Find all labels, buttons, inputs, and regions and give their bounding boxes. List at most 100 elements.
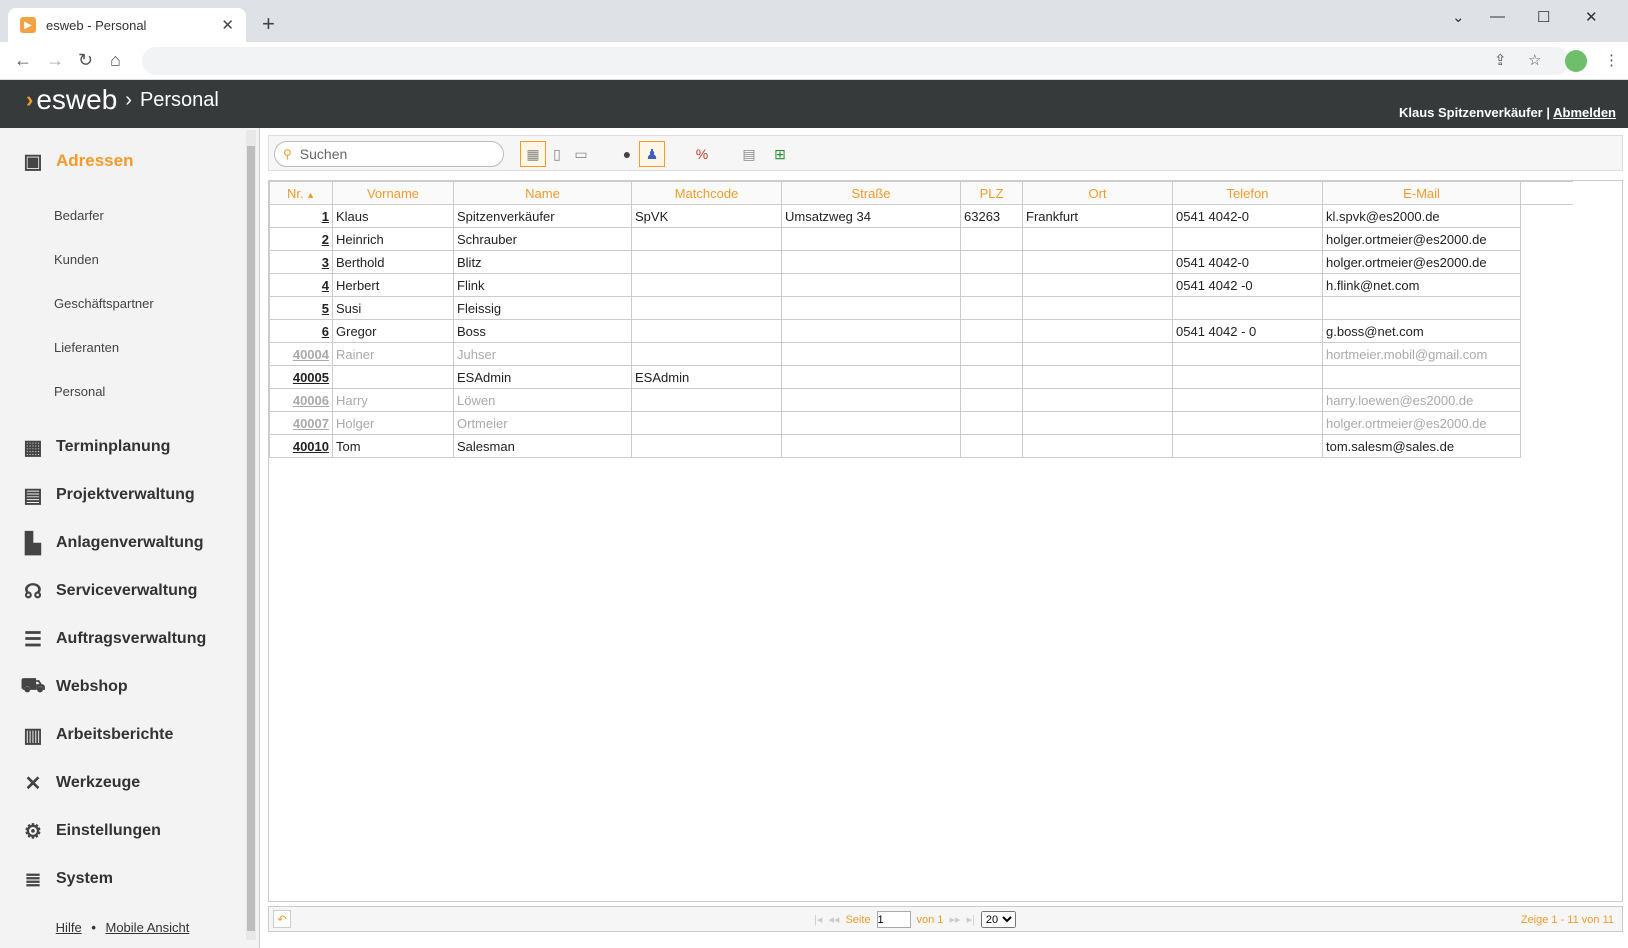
col-matchcode-header[interactable]: Matchcode — [631, 181, 782, 205]
headset-icon: ☊ — [24, 580, 42, 603]
sidebar-module-terminplanung[interactable]: ▦ Terminplanung — [20, 434, 171, 460]
cell-spacer — [1521, 274, 1573, 297]
sidebar-module-webshop[interactable]: ⛟ Webshop — [20, 674, 127, 700]
browser-tab[interactable]: ▶ esweb - Personal ✕ — [8, 8, 246, 42]
cell-vorname: Tom — [332, 434, 454, 458]
col-strasse-header[interactable]: Straße — [781, 181, 961, 205]
sidebar-module-einstellungen[interactable]: ⚙ Einstellungen — [20, 818, 161, 844]
cell-nr[interactable]: 40004 — [269, 342, 333, 366]
report-button[interactable]: ▤ — [736, 141, 762, 167]
col-telefon-header[interactable]: Telefon — [1172, 181, 1323, 205]
table-row[interactable]: 40006 Harry Löwen harry.loewen@es2000.de — [269, 388, 1573, 412]
sidebar-item-bedarfer[interactable]: Bedarfer — [54, 208, 104, 223]
profile-avatar[interactable] — [1565, 50, 1587, 72]
prev-page-icon[interactable]: ◂◂ — [828, 913, 839, 926]
cell-nr[interactable]: 3 — [269, 250, 333, 274]
cell-email: h.flink@net.com — [1322, 273, 1521, 297]
sidebar-item-personal[interactable]: Personal — [54, 384, 105, 399]
logout-link[interactable]: Abmelden — [1553, 105, 1616, 120]
new-tab-button[interactable]: + — [262, 11, 275, 37]
next-page-icon[interactable]: ▸▸ — [949, 913, 960, 926]
sidebar-scrollbar-thumb[interactable] — [247, 146, 255, 931]
back-button[interactable]: ↶ — [273, 910, 291, 928]
sidebar-module-system[interactable]: ≣ System — [20, 866, 113, 892]
col-plz-header[interactable]: PLZ — [960, 181, 1023, 205]
sidebar-module-serviceverwaltung[interactable]: ☊ Serviceverwaltung — [20, 578, 197, 604]
table-row[interactable]: 3 Berthold Blitz 0541 4042-0 holger.ortmeier… — [269, 250, 1573, 274]
app-logo[interactable]: › esweb › Personal — [26, 84, 219, 116]
minimize-icon[interactable]: — — [1490, 8, 1505, 25]
cell-spacer — [1521, 228, 1573, 251]
grid-view-button[interactable]: ▦ — [520, 141, 546, 167]
app-header: › esweb › Personal Klaus Spitzenverkäufe… — [0, 80, 1628, 128]
cell-nr[interactable]: 4 — [269, 273, 333, 297]
tab-search-icon[interactable]: ⌄ — [1452, 8, 1465, 26]
col-email-header[interactable]: E-Mail — [1322, 181, 1521, 205]
cell-nr[interactable]: 5 — [269, 296, 333, 320]
sidebar-module-werkzeuge[interactable]: ✕ Werkzeuge — [20, 770, 141, 796]
order-list-icon: ☰ — [24, 628, 42, 651]
sidebar-module-projektverwaltung[interactable]: ▤ Projektverwaltung — [20, 482, 195, 508]
sidebar-module-adressen[interactable]: ▣ Adressen — [20, 148, 134, 174]
search-placeholder: Suchen — [299, 146, 348, 162]
forward-icon[interactable]: → — [46, 50, 64, 71]
table-row[interactable]: 1 Klaus Spitzenverkäufer SpVK Umsatzweg 34 63… — [269, 204, 1573, 228]
cell-telefon — [1172, 388, 1323, 412]
cell-spacer — [1521, 389, 1573, 412]
table-row[interactable]: 6 Gregor Boss 0541 4042 - 0 g.boss@net.com — [269, 319, 1573, 343]
menu-dots-icon[interactable]: ⋮ — [1604, 51, 1619, 69]
cell-nr[interactable]: 40007 — [269, 411, 333, 435]
cell-nr[interactable]: 40005 — [269, 365, 333, 389]
help-link[interactable]: Hilfe — [56, 920, 82, 935]
address-bar[interactable] — [142, 47, 1570, 75]
bookmark-star-icon[interactable]: ☆ — [1528, 51, 1541, 69]
excel-export-button[interactable]: ⊞ — [767, 141, 793, 167]
home-icon[interactable]: ⌂ — [110, 50, 121, 71]
mobile-view-link[interactable]: Mobile Ansicht — [106, 920, 190, 935]
back-icon[interactable]: ← — [14, 50, 32, 71]
table-row[interactable]: 2 Heinrich Schrauber holger.ortmeier@es2000… — [269, 227, 1573, 251]
search-input[interactable]: ⚲ Suchen — [274, 141, 504, 167]
col-ort-header[interactable]: Ort — [1022, 181, 1173, 205]
sidebar-item-lieferanten[interactable]: Lieferanten — [54, 340, 119, 355]
first-page-icon[interactable]: |◂ — [814, 913, 822, 926]
cell-nr[interactable]: 2 — [269, 227, 333, 251]
detail-view-button[interactable]: ▯ — [544, 141, 570, 167]
page-size-select[interactable]: 20 — [980, 911, 1016, 928]
sidebar-item-geschaeftspartner[interactable]: Geschäftspartner — [54, 296, 154, 311]
maximize-icon[interactable]: ☐ — [1537, 8, 1550, 26]
cell-nr[interactable]: 40006 — [269, 388, 333, 412]
table-row[interactable]: 40005 ESAdmin ESAdmin — [269, 365, 1573, 389]
col-name-header[interactable]: Name — [453, 181, 632, 205]
col-vorname-header[interactable]: Vorname — [332, 181, 454, 205]
reload-icon[interactable]: ↻ — [78, 50, 93, 71]
table-row[interactable]: 40004 Rainer Juhser hortmeier.mobil@gmail.c… — [269, 342, 1573, 366]
cell-strasse — [781, 250, 961, 274]
cell-strasse — [781, 388, 961, 412]
replace-button[interactable]: % — [689, 141, 715, 167]
sidebar-item-kunden[interactable]: Kunden — [54, 252, 99, 267]
page-input[interactable] — [876, 911, 911, 928]
sidebar-module-auftragsverwaltung[interactable]: ☰ Auftragsverwaltung — [20, 626, 206, 652]
folder-view-button[interactable]: ▭ — [568, 141, 594, 167]
col-nr-header[interactable]: Nr. ▲ — [269, 181, 333, 205]
cell-telefon: 0541 4042-0 — [1172, 250, 1323, 274]
sidebar-module-arbeitsberichte[interactable]: ▥ Arbeitsberichte — [20, 722, 174, 748]
table-row[interactable]: 40010 Tom Salesman tom.salesm@sales.de — [269, 434, 1573, 458]
cell-name: ESAdmin — [453, 365, 632, 389]
filter-all-button[interactable]: ● — [614, 141, 640, 167]
project-chart-icon: ▤ — [23, 484, 43, 507]
table-row[interactable]: 4 Herbert Flink 0541 4042 -0 h.flink@net.com — [269, 273, 1573, 297]
last-page-icon[interactable]: ▸| — [966, 913, 974, 926]
cell-nr[interactable]: 40010 — [269, 434, 333, 458]
share-icon[interactable]: ⇪ — [1494, 51, 1507, 69]
table-row[interactable]: 40007 Holger Ortmeier holger.ortmeier@es200… — [269, 411, 1573, 435]
address-table: Nr. ▲ Vorname Name Matchcode Straße PLZ … — [269, 181, 1573, 458]
sidebar-module-anlagenverwaltung[interactable]: ▙ Anlagenverwaltung — [20, 530, 203, 556]
close-window-icon[interactable]: ✕ — [1585, 8, 1598, 26]
filter-personal-button[interactable]: ♟ — [639, 141, 665, 167]
table-row[interactable]: 5 Susi Fleissig — [269, 296, 1573, 320]
cell-nr[interactable]: 6 — [269, 319, 333, 343]
cell-nr[interactable]: 1 — [269, 204, 333, 228]
close-tab-icon[interactable]: ✕ — [221, 16, 234, 34]
